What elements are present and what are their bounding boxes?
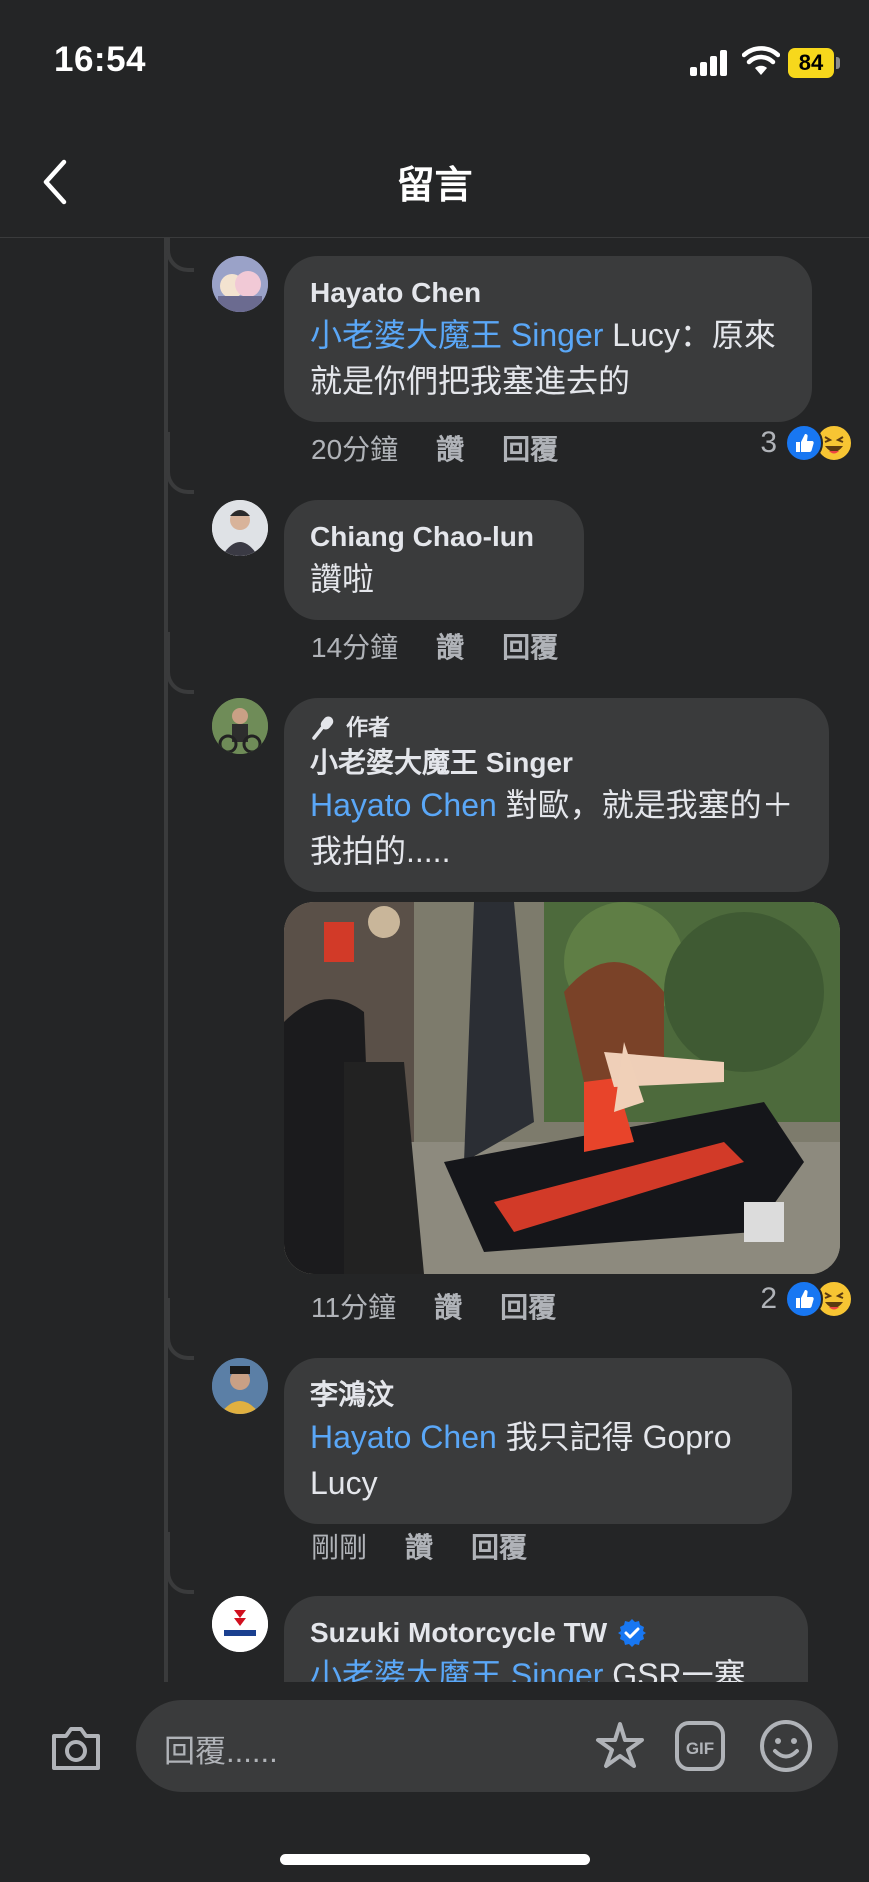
comment-actions: 剛剛 讚 回覆 bbox=[311, 1526, 565, 1566]
reply-placeholder: 回覆...... bbox=[164, 1734, 278, 1769]
mention-link[interactable]: 小老婆大魔王 Singer bbox=[310, 1657, 603, 1682]
reaction-count: 2 bbox=[760, 1282, 777, 1315]
commenter-name[interactable]: Hayato Chen bbox=[310, 274, 786, 312]
thread-connector bbox=[166, 632, 194, 694]
mention-link[interactable]: Hayato Chen bbox=[310, 1419, 497, 1455]
emoji-button[interactable] bbox=[758, 1718, 814, 1774]
camera-button[interactable] bbox=[46, 1718, 106, 1778]
avatar[interactable] bbox=[212, 256, 268, 312]
commenter-name[interactable]: 李鴻汶 bbox=[310, 1376, 766, 1414]
comment-actions: 14分鐘 讚 回覆 bbox=[311, 626, 596, 666]
comment-bubble[interactable]: 作者 小老婆大魔王 Singer Hayato Chen 對歐，就是我塞的＋我拍… bbox=[284, 698, 829, 892]
comment-time: 11分鐘 bbox=[311, 1292, 397, 1323]
status-bar: 16:54 84 bbox=[0, 0, 869, 130]
reply-button[interactable]: 回覆 bbox=[471, 1532, 527, 1563]
comment-text: 小老婆大魔王 Singer GSR一塞 bbox=[310, 1652, 782, 1682]
status-time: 16:54 bbox=[54, 40, 147, 79]
reactions[interactable]: 2 bbox=[760, 1280, 853, 1318]
comment-time: 14分鐘 bbox=[311, 632, 399, 663]
svg-text:GIF: GIF bbox=[686, 1739, 714, 1758]
comment-text: 小老婆大魔王 Singer Lucy：原來就是你們把我塞進去的 bbox=[310, 317, 776, 399]
sticker-button[interactable] bbox=[592, 1718, 648, 1774]
like-reaction-icon bbox=[785, 1280, 823, 1318]
gif-button[interactable]: GIF bbox=[674, 1720, 726, 1772]
comment-bubble[interactable]: Suzuki Motorcycle TW 小老婆大魔王 Singer GSR一塞 bbox=[284, 1596, 808, 1682]
author-badge: 作者 bbox=[310, 712, 803, 744]
comment-bubble[interactable]: Chiang Chao-lun 讚啦 bbox=[284, 500, 584, 620]
wifi-icon bbox=[742, 46, 780, 75]
avatar[interactable] bbox=[212, 698, 268, 754]
comment-actions: 11分鐘 讚 回覆 bbox=[311, 1286, 594, 1326]
reply-button[interactable]: 回覆 bbox=[500, 1292, 556, 1323]
comment-text: Hayato Chen 我只記得 Gopro Lucy bbox=[310, 1419, 732, 1501]
thread-connector bbox=[166, 1532, 194, 1594]
comment-thread[interactable]: Hayato Chen 小老婆大魔王 Singer Lucy：原來就是你們把我塞… bbox=[0, 238, 869, 1682]
home-indicator bbox=[280, 1854, 590, 1865]
thread-connector bbox=[166, 238, 194, 272]
like-button[interactable]: 讚 bbox=[434, 1292, 462, 1323]
reaction-count: 3 bbox=[760, 426, 777, 459]
like-reaction-icon bbox=[785, 424, 823, 462]
reply-button[interactable]: 回覆 bbox=[502, 434, 558, 465]
like-button[interactable]: 讚 bbox=[436, 632, 464, 663]
microphone-icon bbox=[312, 716, 334, 740]
signal-icon bbox=[690, 50, 730, 76]
page-title: 留言 bbox=[396, 165, 473, 207]
mention-link[interactable]: Hayato Chen bbox=[310, 787, 497, 823]
thread-connector bbox=[166, 1298, 194, 1360]
commenter-name[interactable]: Chiang Chao-lun bbox=[310, 518, 558, 556]
comment-bubble[interactable]: 李鴻汶 Hayato Chen 我只記得 Gopro Lucy bbox=[284, 1358, 792, 1524]
comment-actions: 20分鐘 讚 回覆 bbox=[311, 428, 596, 468]
avatar[interactable] bbox=[212, 500, 268, 556]
comment-text: Hayato Chen 對歐，就是我塞的＋我拍的..... bbox=[310, 787, 794, 869]
verified-badge-icon bbox=[618, 1619, 647, 1647]
comment-bubble[interactable]: Hayato Chen 小老婆大魔王 Singer Lucy：原來就是你們把我塞… bbox=[284, 256, 812, 422]
comment-time: 剛剛 bbox=[311, 1532, 368, 1563]
commenter-name[interactable]: Suzuki Motorcycle TW bbox=[310, 1614, 782, 1652]
commenter-name[interactable]: 小老婆大魔王 Singer bbox=[310, 744, 803, 782]
battery-indicator: 84 bbox=[788, 48, 834, 78]
comment-photo[interactable] bbox=[284, 902, 840, 1274]
reactions[interactable]: 3 bbox=[760, 424, 853, 462]
reply-button[interactable]: 回覆 bbox=[502, 632, 558, 663]
mention-link[interactable]: 小老婆大魔王 Singer bbox=[310, 317, 603, 353]
thread-connector bbox=[166, 432, 194, 494]
comment-text: 讚啦 bbox=[310, 561, 375, 597]
avatar[interactable] bbox=[212, 1358, 268, 1414]
header: 留言 bbox=[0, 130, 869, 238]
avatar[interactable] bbox=[212, 1596, 268, 1652]
reply-composer: 回覆...... GIF bbox=[0, 1682, 869, 1882]
comment-time: 20分鐘 bbox=[311, 434, 399, 465]
battery-tip bbox=[836, 57, 840, 69]
reply-input[interactable]: 回覆...... GIF bbox=[136, 1700, 838, 1792]
like-button[interactable]: 讚 bbox=[405, 1532, 433, 1563]
like-button[interactable]: 讚 bbox=[436, 434, 464, 465]
